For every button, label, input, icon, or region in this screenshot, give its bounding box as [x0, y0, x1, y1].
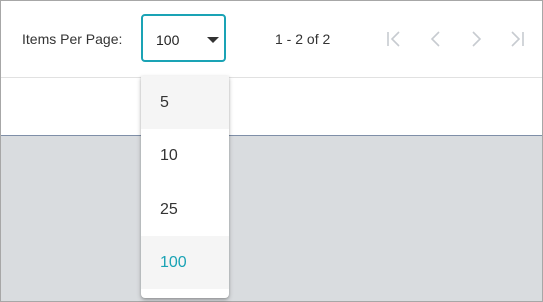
last-page-icon[interactable]	[505, 25, 529, 53]
first-page-icon[interactable]	[382, 25, 406, 53]
page-size-option-5[interactable]: 5	[141, 76, 229, 129]
next-page-icon[interactable]	[464, 25, 488, 53]
page-size-select[interactable]: 100	[141, 14, 226, 62]
table-container: Items Per Page: 100 1 - 2 of 2 5 10 25 1…	[0, 0, 543, 302]
table-header-row	[1, 78, 542, 136]
previous-page-icon[interactable]	[424, 25, 448, 53]
range-label: 1 - 2 of 2	[275, 31, 331, 47]
page-size-option-10[interactable]: 10	[141, 129, 229, 182]
paginator: Items Per Page: 100 1 - 2 of 2	[1, 1, 542, 78]
empty-table-area	[1, 136, 542, 301]
items-per-page-label: Items Per Page:	[22, 31, 123, 47]
option-label: 5	[160, 94, 169, 111]
option-label: 10	[160, 147, 178, 164]
option-label: 25	[160, 201, 178, 218]
caret-down-icon	[207, 37, 219, 43]
option-label: 100	[160, 254, 187, 271]
page-size-value: 100	[156, 32, 180, 48]
page-size-option-100[interactable]: 100	[141, 236, 229, 289]
page-size-option-25[interactable]: 25	[141, 183, 229, 236]
page-size-dropdown: 5 10 25 100	[141, 76, 229, 298]
